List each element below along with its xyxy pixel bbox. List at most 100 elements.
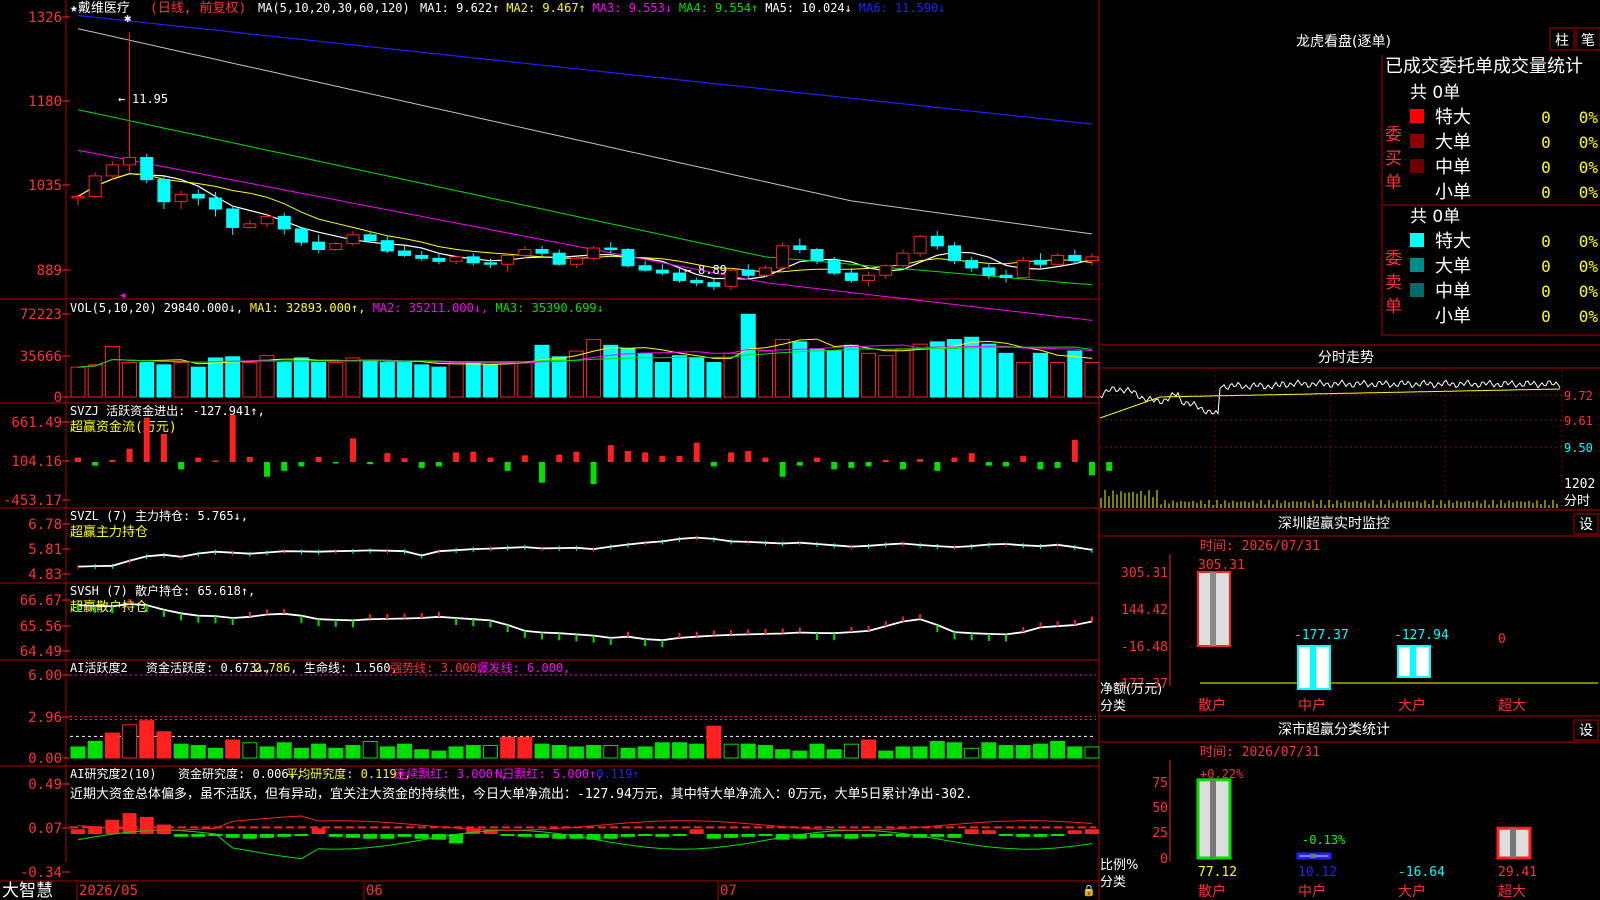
vol-bar xyxy=(173,362,189,398)
buy-swatch-0 xyxy=(1410,109,1424,123)
vol-bar xyxy=(603,344,619,398)
ai-research-bar xyxy=(535,834,550,838)
svzj-bar xyxy=(298,462,305,467)
ai-active-bar xyxy=(122,724,138,759)
classify-cat-2: 大户 xyxy=(1398,883,1426,900)
candle-body xyxy=(793,245,807,251)
monitor-settings-label: 设 xyxy=(1579,517,1593,533)
ai-active-bar xyxy=(1050,740,1066,759)
vol-bar xyxy=(156,364,172,398)
sell-total: 共 0单 xyxy=(1410,207,1460,227)
svzj-bar xyxy=(607,445,614,462)
vol-bar xyxy=(1084,362,1100,398)
ma-legend: MA1: 9.622↑ MA2: 9.467↑ MA3: 9.553↓ MA4: 9.… xyxy=(420,1,946,15)
vol-bar xyxy=(586,339,602,398)
ai-active-bar xyxy=(912,746,928,759)
ai-active-bar xyxy=(757,745,773,759)
ai-active-bar xyxy=(895,746,911,759)
monitor-cat-3: 超大 xyxy=(1498,698,1526,714)
vol-bar xyxy=(878,355,894,398)
buy-side-char: 委 xyxy=(1385,125,1402,145)
vol-bar xyxy=(775,339,791,398)
ai-research-bar xyxy=(638,834,653,836)
candle-body xyxy=(88,175,102,198)
vol-bar xyxy=(465,362,481,398)
svzl-tick-2: 4.83 xyxy=(28,567,62,583)
ai-research-bar xyxy=(1033,834,1048,837)
ai-active-bar xyxy=(414,749,430,759)
price-tick-2: 1035 xyxy=(28,178,62,194)
svzj-bar xyxy=(1003,462,1010,467)
ai-active-bar xyxy=(517,736,533,759)
ai-active-bar xyxy=(551,745,567,759)
candle-body xyxy=(879,265,893,276)
vol-bar xyxy=(654,362,670,398)
svzj-bar xyxy=(917,459,924,462)
svzj-bar xyxy=(642,452,649,462)
ai-research-bar xyxy=(105,819,120,834)
ai-active-bar xyxy=(1067,746,1083,759)
vol-bar xyxy=(792,341,808,398)
ai-research-tick-2: -0.34 xyxy=(20,865,62,881)
vol-bar xyxy=(431,366,447,398)
candle-body xyxy=(948,245,962,262)
vol-bar xyxy=(620,348,636,398)
classify-bar-stripe-0 xyxy=(1210,779,1216,858)
monitor-time: 时间: 2026/07/31 xyxy=(1200,539,1320,554)
lock-icon[interactable]: 🔒 xyxy=(1082,884,1096,897)
svzj-bar xyxy=(899,462,906,470)
vol-bar xyxy=(190,366,206,398)
classify-value-3: 29.41 xyxy=(1498,865,1537,880)
sell-label-3: 小单 xyxy=(1435,306,1471,327)
intraday-title: 分时走势 xyxy=(1318,350,1374,366)
svzj-bar xyxy=(951,457,958,462)
svsh-tick-1: 65.56 xyxy=(20,619,62,635)
ai-active-bar xyxy=(242,742,258,759)
stock-terminal: ★戴维医疗 (日线, 前复权) MA(5,10,20,30,60,120) MA… xyxy=(0,0,1600,900)
ai-research-bar xyxy=(964,829,979,834)
vol-bar xyxy=(104,345,120,398)
monitor-title: 深圳超赢实时监控 xyxy=(1278,515,1390,532)
sell-side-char: 卖 xyxy=(1385,273,1402,293)
svzj-bar xyxy=(281,462,288,471)
svzj-bar xyxy=(521,455,528,462)
vol-bar xyxy=(861,352,877,398)
ai-research-bar xyxy=(689,829,704,834)
svzj-bar xyxy=(349,438,356,462)
svzj-y-axis: 661.49 104.16 -453.17 xyxy=(3,415,70,509)
ai-active-bar xyxy=(1015,745,1031,759)
classify-cat-1: 中户 xyxy=(1298,883,1326,900)
sell-value-3: 0 xyxy=(1541,307,1551,326)
svzj-bar xyxy=(693,442,700,462)
ai-research-bar xyxy=(620,834,635,837)
svsh-label: SVSH (7) 散户持仓: 65.618↑, xyxy=(70,583,255,598)
svzj-bar xyxy=(934,462,941,471)
svzj-bar xyxy=(762,457,769,462)
candle-body xyxy=(363,234,377,242)
ai-active-legend: 资金活跃度: 0.673↓,2.786, 生命线: 1.560,强势线: 3.00… xyxy=(146,660,570,675)
classify-unit: 比例% xyxy=(1100,858,1138,873)
svzj-bar xyxy=(384,453,391,462)
vol-bar xyxy=(207,357,223,398)
brand-logo: 大智慧 xyxy=(2,881,53,900)
svzj-bar xyxy=(109,459,116,462)
candle-body xyxy=(707,282,721,287)
ai-active-value-4: 爆发线: 6.000, xyxy=(477,660,571,675)
ai-active-bar xyxy=(276,742,292,759)
vol-bar xyxy=(551,356,567,398)
candle-body xyxy=(913,235,927,254)
ai-research-value-4: 0.119↑ xyxy=(596,767,639,781)
svzj-bar xyxy=(865,462,872,467)
classify-tick-2: 25 xyxy=(1152,826,1168,841)
stock-title: ★戴维医疗 xyxy=(70,1,130,16)
ai-active-bar xyxy=(328,747,344,759)
candle-body xyxy=(105,164,119,177)
ai-active-bar xyxy=(482,745,498,759)
candle-body xyxy=(277,215,291,230)
monitor-bar-stripe-0 xyxy=(1210,572,1216,646)
ai-research-bar xyxy=(174,834,189,837)
ai-research-bar xyxy=(363,834,378,839)
ai-research-bar xyxy=(242,834,257,839)
ai-research-bar xyxy=(827,834,842,837)
vol-bar xyxy=(826,350,842,398)
